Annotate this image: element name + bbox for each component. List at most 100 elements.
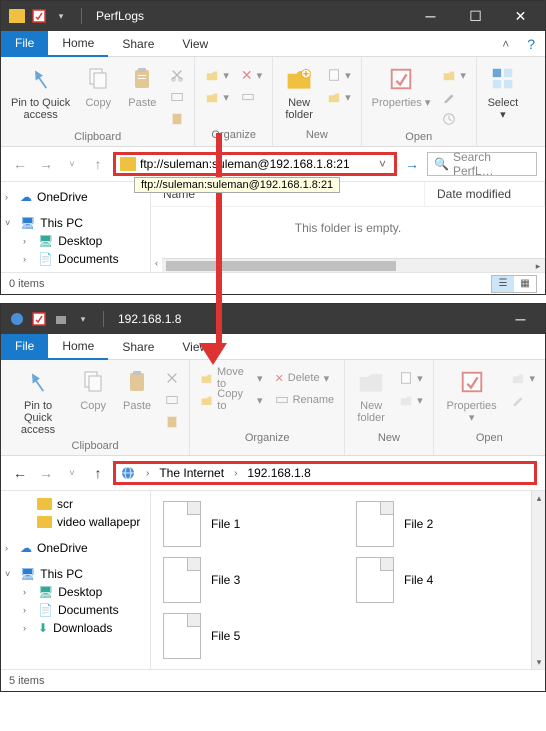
delete-button[interactable]: ✕Delete ▾ — [271, 368, 339, 388]
back-button[interactable]: ← — [9, 153, 31, 175]
edit-icon[interactable] — [507, 390, 539, 410]
up-button[interactable]: ↑ — [87, 153, 109, 175]
file-icon — [163, 501, 201, 547]
copy-to-icon[interactable]: ▾ — [201, 87, 233, 107]
paste-shortcut-icon[interactable] — [161, 412, 183, 432]
qat-newfolder-icon[interactable] — [51, 309, 71, 329]
new-folder-button[interactable]: New folder — [279, 61, 319, 123]
pin-to-quick-access-button[interactable]: Pin to Quick access — [7, 61, 74, 123]
breadcrumb-loc[interactable]: 192.168.1.8 — [247, 466, 310, 480]
breadcrumb-root[interactable]: The Internet — [159, 466, 224, 480]
tab-home[interactable]: Home — [48, 334, 108, 360]
file-item[interactable]: File 3 — [163, 557, 326, 603]
properties-button[interactable]: Properties ▾ — [368, 61, 435, 111]
back-button[interactable]: ← — [9, 462, 31, 484]
address-input[interactable] — [140, 157, 371, 171]
help-icon[interactable]: ? — [517, 36, 545, 52]
qat-properties-icon[interactable] — [29, 309, 49, 329]
address-bar[interactable]: › The Internet › 192.168.1.8 — [113, 461, 537, 485]
open-group-label: Open — [405, 131, 432, 143]
move-to-button[interactable]: Move to ▾ — [196, 368, 266, 388]
delete-icon[interactable]: ✕▾ — [237, 65, 266, 85]
new-item-icon[interactable]: ▾ — [395, 368, 427, 388]
ribbon-collapse-icon[interactable]: ˄ — [494, 37, 517, 51]
minimize-button[interactable]: ─ — [498, 304, 543, 334]
copy-path-icon[interactable] — [166, 87, 188, 107]
new-item-icon[interactable]: ▾ — [323, 65, 355, 85]
tree-desktop[interactable]: ›🖥Desktop — [1, 583, 150, 601]
properties-button[interactable]: Properties ▾ — [440, 364, 504, 426]
file-item[interactable]: File 4 — [356, 557, 519, 603]
titlebar[interactable]: ▾ PerfLogs ─ ☐ ✕ — [1, 1, 545, 31]
maximize-button[interactable]: ☐ — [453, 1, 498, 31]
titlebar[interactable]: ▾ 192.168.1.8 ─ — [1, 304, 545, 334]
tab-share[interactable]: Share — [108, 335, 168, 359]
paste-button[interactable]: Paste — [117, 364, 157, 414]
details-view-icon[interactable]: ☰ — [492, 276, 514, 292]
navigation-pane[interactable]: scr video wallapepr ›☁OneDrive ˅🖥This PC… — [1, 491, 151, 669]
tree-onedrive[interactable]: ›☁OneDrive — [1, 539, 150, 557]
tree-this-pc[interactable]: ˅🖥This PC — [1, 214, 150, 232]
tree-this-pc[interactable]: ˅🖥This PC — [1, 565, 150, 583]
icons-view-icon[interactable]: ▦ — [514, 276, 536, 292]
edit-icon[interactable] — [438, 87, 470, 107]
tab-file[interactable]: File — [1, 334, 48, 360]
cut-icon[interactable] — [161, 368, 183, 388]
up-button[interactable]: ↑ — [87, 462, 109, 484]
tab-share[interactable]: Share — [108, 32, 168, 56]
view-toggle[interactable]: ☰ ▦ — [491, 275, 537, 293]
tab-file[interactable]: File — [1, 31, 48, 57]
vertical-scrollbar[interactable]: ▴▾ — [531, 491, 545, 669]
select-button[interactable]: Select▾ — [483, 61, 523, 123]
navigation-pane[interactable]: ›☁OneDrive ˅🖥This PC ›🖥Desktop ›📄Documen… — [1, 182, 151, 272]
open-icon[interactable]: ▾ — [438, 65, 470, 85]
tree-scr[interactable]: scr — [1, 495, 150, 513]
copy-path-icon[interactable] — [161, 390, 183, 410]
ribbon: Pin to Quick access Copy Paste Clipboard — [1, 57, 545, 147]
pin-to-quick-access-button[interactable]: Pin to Quick access — [7, 364, 69, 438]
address-dropdown-icon[interactable]: ˅ — [375, 157, 390, 171]
copy-button[interactable]: Copy — [73, 364, 113, 414]
recent-dropdown-icon[interactable]: ˅ — [61, 153, 83, 175]
tab-view[interactable]: View — [168, 32, 222, 56]
forward-button[interactable]: → — [35, 153, 57, 175]
move-to-icon[interactable]: ▾ — [201, 65, 233, 85]
content-pane[interactable]: File 1 File 2 File 3 File 4 File 5 — [151, 491, 531, 669]
qat-dropdown-icon[interactable]: ▾ — [73, 309, 93, 329]
tree-documents[interactable]: ›📄Documents — [1, 250, 150, 268]
easy-access-icon[interactable]: ▾ — [323, 87, 355, 107]
rename-icon[interactable] — [237, 87, 266, 107]
go-button[interactable]: → — [401, 153, 423, 175]
tree-documents[interactable]: ›📄Documents — [1, 601, 150, 619]
address-bar[interactable]: ˅ ftp://suleman:suleman@192.168.1.8:21 — [113, 152, 397, 176]
tree-video-wallpaper[interactable]: video wallapepr — [1, 513, 150, 531]
easy-access-icon[interactable]: ▾ — [395, 390, 427, 410]
recent-dropdown-icon[interactable]: ˅ — [61, 462, 83, 484]
new-group-label: New — [306, 129, 328, 141]
minimize-button[interactable]: ─ — [408, 1, 453, 31]
file-item[interactable]: File 2 — [356, 501, 519, 547]
open-icon[interactable]: ▾ — [507, 368, 539, 388]
history-icon[interactable] — [438, 109, 470, 129]
copy-button[interactable]: Copy — [78, 61, 118, 111]
col-date[interactable]: Date modified — [425, 182, 545, 206]
file-item[interactable]: File 1 — [163, 501, 326, 547]
tab-home[interactable]: Home — [48, 31, 108, 57]
window-title: 192.168.1.8 — [118, 312, 498, 326]
tree-downloads[interactable]: ›⬇Downloads — [1, 619, 150, 637]
close-button[interactable]: ✕ — [498, 1, 543, 31]
forward-button[interactable]: → — [35, 462, 57, 484]
search-box[interactable]: 🔍 Search PerfL… — [427, 152, 537, 176]
qat-dropdown-icon[interactable]: ▾ — [51, 6, 71, 26]
file-item[interactable]: File 5 — [163, 613, 326, 659]
qat-properties-icon[interactable] — [29, 6, 49, 26]
paste-shortcut-icon[interactable] — [166, 109, 188, 129]
new-folder-button[interactable]: New folder — [351, 364, 391, 426]
cut-icon[interactable] — [166, 65, 188, 85]
tree-onedrive[interactable]: ›☁OneDrive — [1, 188, 150, 206]
tree-desktop[interactable]: ›🖥Desktop — [1, 232, 150, 250]
rename-button[interactable]: Rename — [271, 390, 339, 410]
copy-to-button[interactable]: Copy to ▾ — [196, 390, 266, 410]
explorer-window-2: ▾ 192.168.1.8 ─ File Home Share View Pin… — [0, 303, 546, 692]
paste-button[interactable]: Paste — [122, 61, 162, 111]
